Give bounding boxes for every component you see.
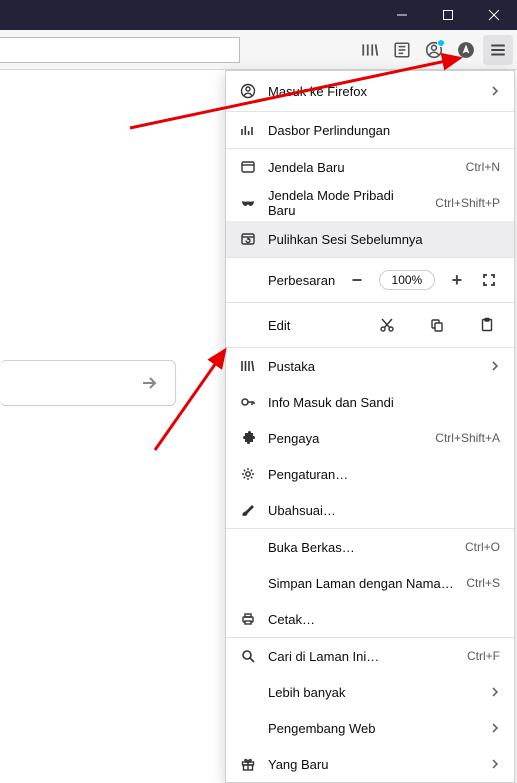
copy-button[interactable] <box>424 312 450 338</box>
gear-icon <box>240 466 256 482</box>
library-icon <box>240 358 256 374</box>
menu-item-label: Yang Baru <box>268 757 478 772</box>
reader-button[interactable] <box>387 35 417 65</box>
app-menu: Masuk ke Firefox Dasbor Perlindungan Jen… <box>225 70 515 783</box>
menu-save-page[interactable]: Simpan Laman dengan Nama… Ctrl+S <box>226 565 514 601</box>
library-button[interactable] <box>355 35 385 65</box>
shortcut-label: Ctrl+N <box>466 160 500 174</box>
hamburger-menu-button[interactable] <box>483 35 513 65</box>
menu-item-label: Pengaturan… <box>268 467 500 482</box>
menu-item-label: Cetak… <box>268 612 500 627</box>
menu-whats-new[interactable]: Yang Baru <box>226 746 514 782</box>
key-icon <box>240 394 256 410</box>
menu-item-label: Cari di Laman Ini… <box>268 649 455 664</box>
menu-item-label: Pulihkan Sesi Sebelumnya <box>268 232 500 247</box>
menu-item-label: Pustaka <box>268 359 478 374</box>
puzzle-icon <box>240 430 256 446</box>
menu-item-label: Dasbor Perlindungan <box>268 123 500 138</box>
zoom-label: Perbesaran <box>240 273 335 288</box>
menu-item-label: Buka Berkas… <box>240 540 453 555</box>
menu-find[interactable]: Cari di Laman Ini… Ctrl+F <box>226 638 514 674</box>
chevron-right-icon <box>490 687 500 697</box>
menu-addons[interactable]: Pengaya Ctrl+Shift+A <box>226 420 514 456</box>
maximize-button[interactable] <box>425 0 471 30</box>
menu-item-label: Simpan Laman dengan Nama… <box>240 576 454 591</box>
dashboard-icon <box>240 122 256 138</box>
browser-toolbar <box>0 30 517 70</box>
menu-more[interactable]: Lebih banyak <box>226 674 514 710</box>
menu-open-file[interactable]: Buka Berkas… Ctrl+O <box>226 529 514 565</box>
notification-dot-icon <box>437 39 445 47</box>
menu-logins[interactable]: Info Masuk dan Sandi <box>226 384 514 420</box>
menu-zoom-row: Perbesaran − 100% + <box>226 258 514 302</box>
shortcut-label: Ctrl+O <box>465 540 500 554</box>
url-bar[interactable] <box>0 37 240 63</box>
account-button[interactable] <box>419 35 449 65</box>
browsing-indicator-button[interactable] <box>451 35 481 65</box>
account-icon <box>240 83 256 99</box>
menu-item-label: Ubahsuai… <box>268 503 500 518</box>
fullscreen-button[interactable] <box>479 268 501 292</box>
menu-item-label: Jendela Baru <box>268 160 454 175</box>
menu-sign-in[interactable]: Masuk ke Firefox <box>226 71 514 111</box>
menu-edit-row: Edit <box>226 303 514 347</box>
menu-item-label: Pengaya <box>268 431 423 446</box>
chevron-right-icon <box>490 723 500 733</box>
paste-button[interactable] <box>474 312 500 338</box>
search-card[interactable] <box>0 360 176 406</box>
chevron-right-icon <box>490 759 500 769</box>
shortcut-label: Ctrl+Shift+A <box>435 431 500 445</box>
chevron-right-icon <box>490 86 500 96</box>
menu-customize[interactable]: Ubahsuai… <box>226 492 514 528</box>
search-icon <box>240 648 256 664</box>
menu-print[interactable]: Cetak… <box>226 601 514 637</box>
minimize-button[interactable] <box>379 0 425 30</box>
menu-protection-dashboard[interactable]: Dasbor Perlindungan <box>226 112 514 148</box>
menu-restore-session[interactable]: Pulihkan Sesi Sebelumnya <box>226 221 514 257</box>
chevron-right-icon <box>490 361 500 371</box>
menu-web-developer[interactable]: Pengembang Web <box>226 710 514 746</box>
restore-icon <box>240 231 256 247</box>
arrow-right-icon <box>139 373 159 393</box>
menu-private-window[interactable]: Jendela Mode Pribadi Baru Ctrl+Shift+P <box>226 185 514 221</box>
window-icon <box>240 159 256 175</box>
edit-label: Edit <box>268 318 350 333</box>
menu-item-label: Masuk ke Firefox <box>268 84 478 99</box>
paintbrush-icon <box>240 502 256 518</box>
menu-new-window[interactable]: Jendela Baru Ctrl+N <box>226 149 514 185</box>
zoom-out-button[interactable]: − <box>345 267 368 293</box>
mask-icon <box>240 195 256 211</box>
menu-item-label: Lebih banyak <box>240 685 478 700</box>
window-titlebar <box>0 0 517 30</box>
menu-library[interactable]: Pustaka <box>226 348 514 384</box>
zoom-level-button[interactable]: 100% <box>379 270 436 290</box>
menu-item-label: Jendela Mode Pribadi Baru <box>268 188 423 218</box>
menu-item-label: Pengembang Web <box>240 721 478 736</box>
menu-settings[interactable]: Pengaturan… <box>226 456 514 492</box>
close-button[interactable] <box>471 0 517 30</box>
cut-button[interactable] <box>374 312 400 338</box>
shortcut-label: Ctrl+S <box>466 576 500 590</box>
gift-icon <box>240 756 256 772</box>
shortcut-label: Ctrl+F <box>467 649 500 663</box>
shortcut-label: Ctrl+Shift+P <box>435 196 500 210</box>
menu-item-label: Info Masuk dan Sandi <box>268 395 500 410</box>
zoom-in-button[interactable]: + <box>445 267 468 293</box>
